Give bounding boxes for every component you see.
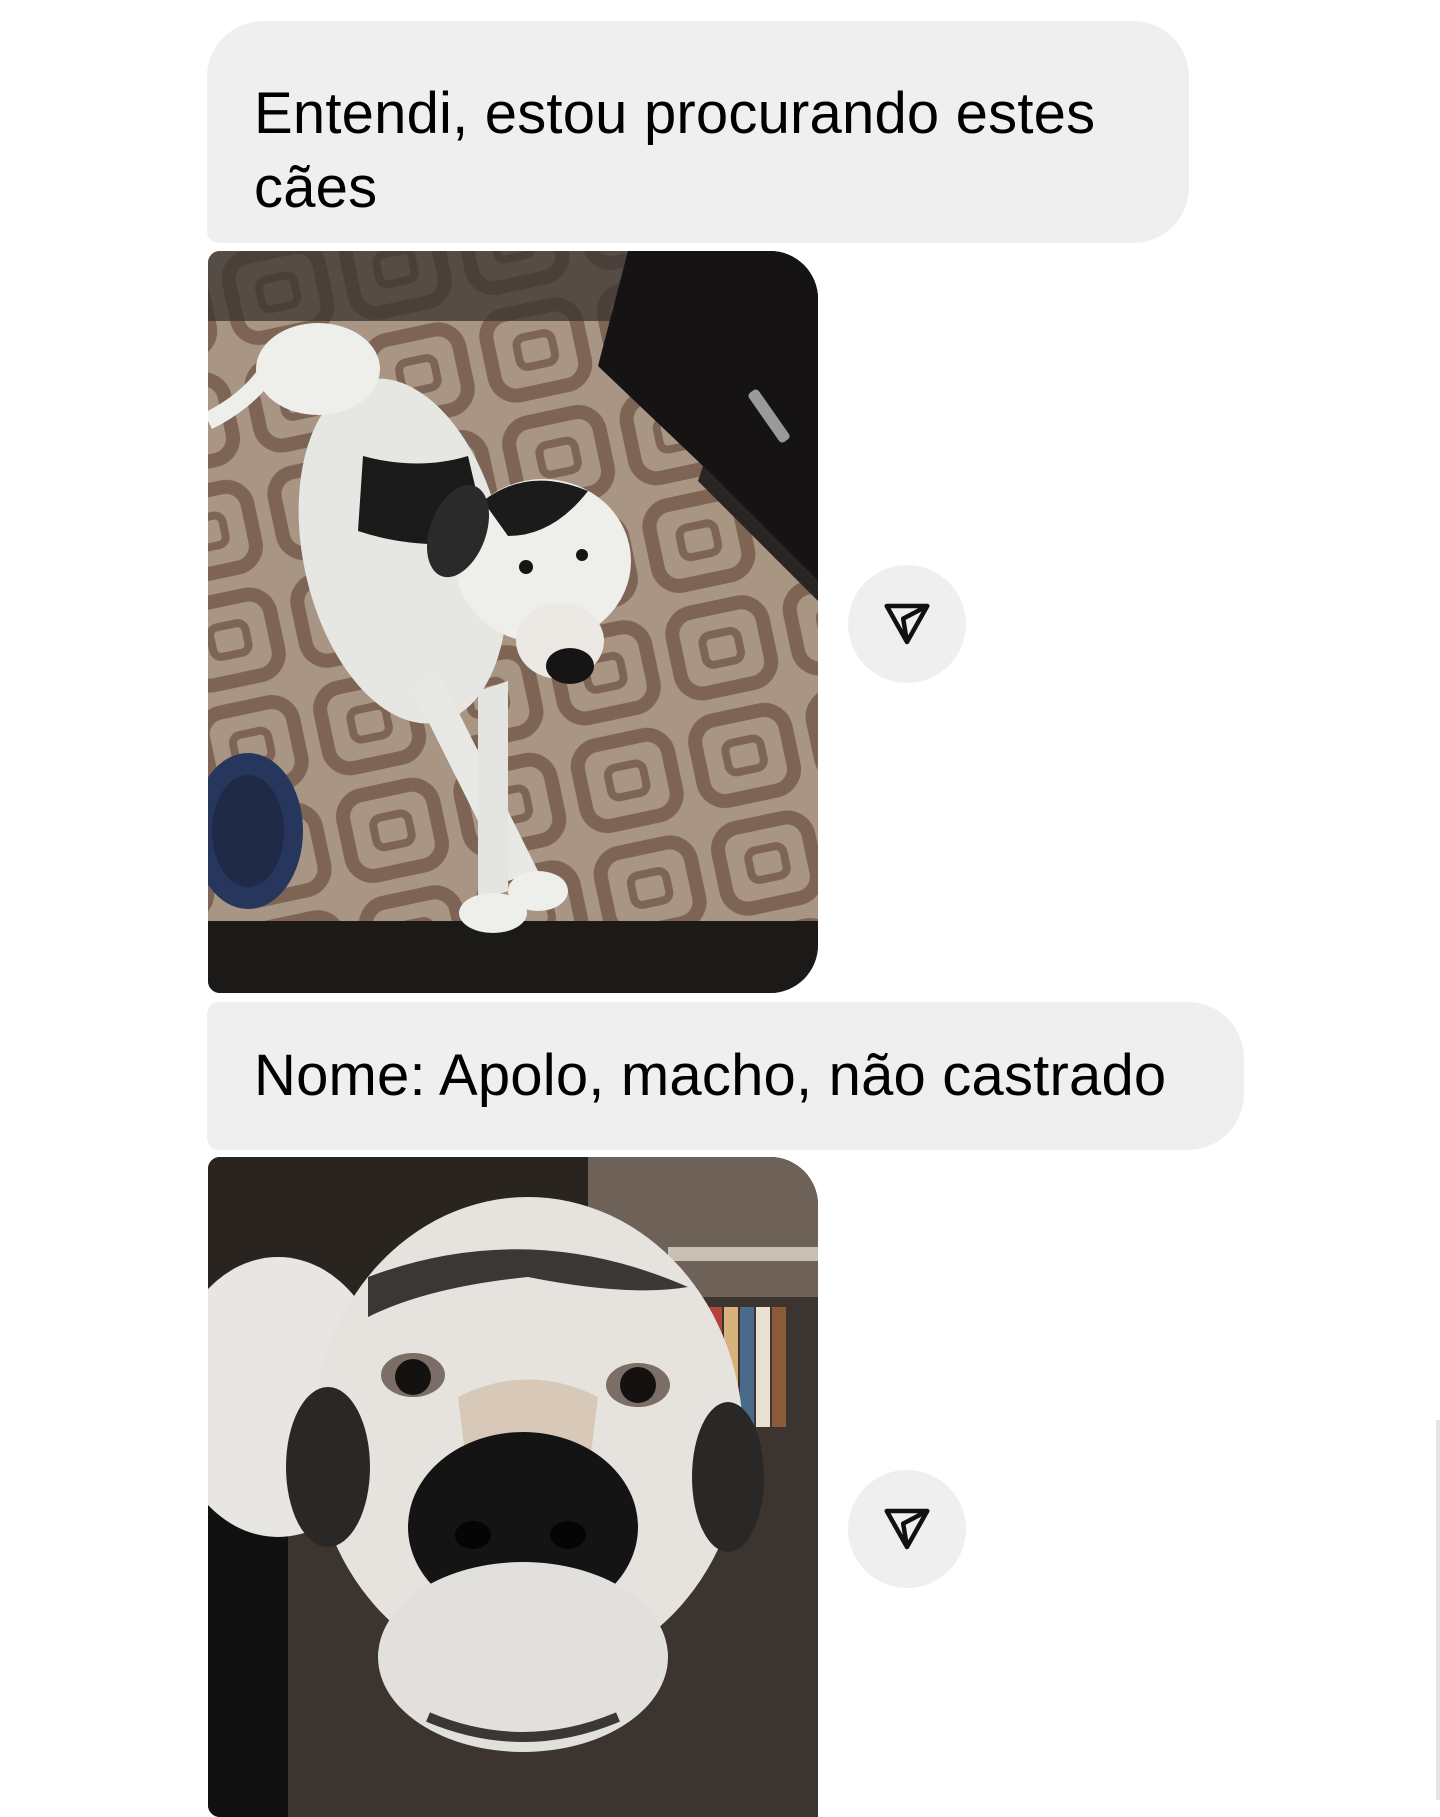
message-photo-dog-closeup[interactable] [208, 1157, 818, 1817]
message-text: Nome: Apolo, macho, não castrado [254, 1043, 1167, 1108]
share-icon [884, 603, 930, 645]
dog-photo-image [208, 251, 818, 993]
message-photo-dog-lying[interactable] [208, 251, 818, 993]
share-icon [884, 1508, 930, 1550]
message-bubble-2[interactable]: Nome: Apolo, macho, não castrado [207, 1002, 1244, 1150]
share-button[interactable] [848, 565, 966, 683]
scrollbar-track[interactable] [1436, 1420, 1440, 1800]
message-bubble-1[interactable]: Entendi, estou procurando estes cães [207, 21, 1189, 243]
share-button[interactable] [848, 1470, 966, 1588]
dog-photo-image [208, 1157, 818, 1817]
message-text: Entendi, estou procurando estes cães [254, 81, 1096, 220]
